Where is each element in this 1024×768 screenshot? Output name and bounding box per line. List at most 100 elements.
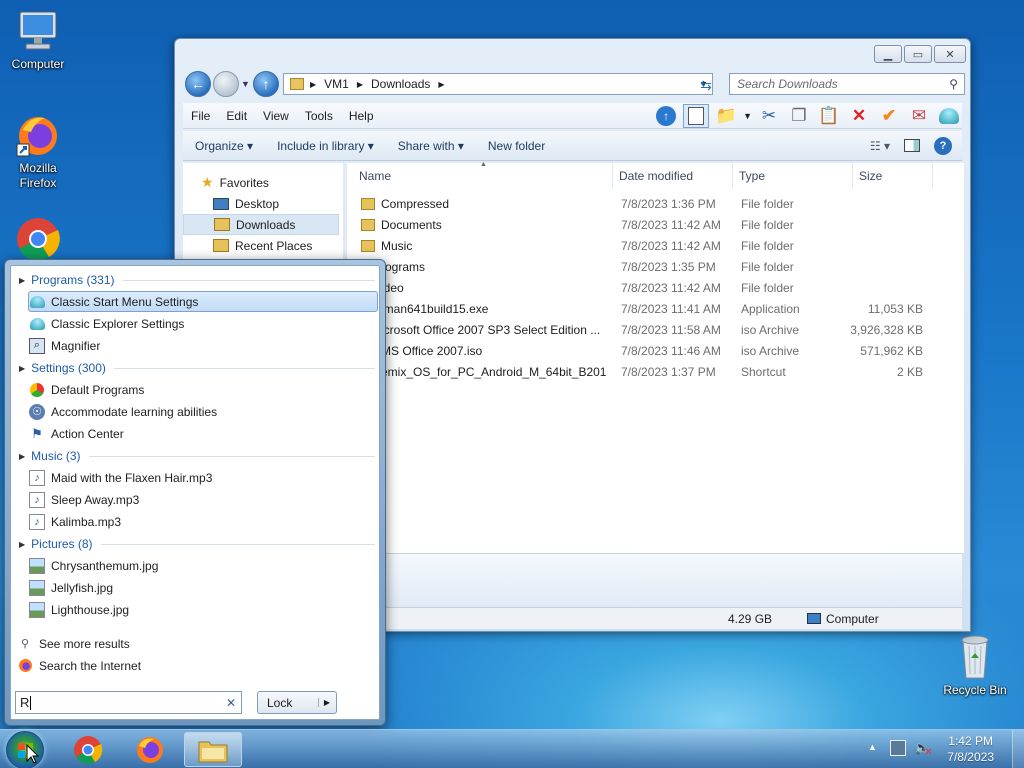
menu-view[interactable]: View [255,109,297,123]
shell-icon [29,294,45,310]
breadcrumb-separator-icon[interactable]: ▶ [357,80,363,89]
file-row[interactable]: Music 7/8/2023 11:42 AM File folder [347,236,947,257]
result-item[interactable]: Chrysanthemum.jpg [29,555,381,576]
maximize-button[interactable]: ▭ [904,45,932,63]
result-item[interactable]: ♪ Sleep Away.mp3 [29,489,381,510]
forward-button[interactable] [213,71,239,97]
column-header-date[interactable]: Date modified [613,163,733,189]
file-row[interactable]: lman641build15.exe 7/8/2023 11:41 AM App… [347,299,947,320]
new-folder-button[interactable]: New folder [476,139,557,153]
show-hidden-icons-button[interactable]: ▲ [868,742,877,752]
result-item[interactable]: ⚑ Action Center [29,423,381,444]
menu-edit[interactable]: Edit [218,109,255,123]
breadcrumb-vm1[interactable]: VM1 [324,77,349,91]
preview-pane-icon[interactable] [683,103,710,128]
desktop-icon-chrome[interactable] [0,216,76,263]
group-header-programs[interactable]: ▶ Programs (331) [19,270,375,290]
result-item[interactable]: ♪ Kalimba.mp3 [29,511,381,532]
refresh-icon[interactable]: ⇆ [695,74,717,96]
desktop-icon-computer[interactable]: Computer [0,10,76,71]
clear-search-icon[interactable]: ✕ [226,696,236,710]
views-dropdown-icon[interactable]: ▼ [743,111,752,121]
organize-button[interactable]: Organize ▾ [183,139,265,153]
folders-icon[interactable]: 📁 [713,104,739,128]
properties-icon[interactable]: ✉ [906,104,932,128]
up-button[interactable]: ↑ [253,71,279,97]
search-icon[interactable]: ⚲ [949,77,958,91]
desktop-icon-recycle-bin[interactable]: Recycle Bin [937,632,1013,697]
result-item[interactable]: ♪ Maid with the Flaxen Hair.mp3 [29,467,381,488]
nav-desktop[interactable]: Desktop [183,193,339,214]
taskbar-firefox-button[interactable] [122,732,178,767]
clock-date: 7/8/2023 [947,750,994,764]
result-item[interactable]: Default Programs [29,379,381,400]
minimize-button[interactable]: ▁ [874,45,902,63]
firefox-icon [17,658,33,674]
recent-places-icon [213,239,229,252]
breadcrumb-downloads[interactable]: Downloads [371,77,430,91]
desktop-icon-firefox[interactable]: Mozilla Firefox [0,112,76,191]
delete-icon[interactable]: ✕ [846,104,872,128]
share-with-button[interactable]: Share with ▾ [386,139,476,153]
close-button[interactable]: ✕ [934,45,966,63]
taskbar-explorer-button[interactable] [184,732,242,767]
column-header-type[interactable]: Type [733,163,853,189]
see-more-results-link[interactable]: ⚲ See more results [17,633,369,654]
show-desktop-button[interactable] [1012,730,1024,768]
checkmark-icon[interactable]: ✔ [876,104,902,128]
file-row[interactable]: Compressed 7/8/2023 1:36 PM File folder [347,194,947,215]
search-box[interactable]: Search Downloads ⚲ [729,73,965,95]
search-the-internet-link[interactable]: Search the Internet [17,655,369,676]
address-bar[interactable]: ▶ VM1 ▶ Downloads ▶ ▼ [283,73,713,95]
group-header-settings[interactable]: ▶ Settings (300) [19,358,375,378]
volume-muted-icon[interactable]: 🔈✕ [914,740,939,758]
start-search-input[interactable]: R ✕ [15,691,242,714]
up-folder-icon[interactable]: ↑ [653,104,679,128]
back-button[interactable]: ← [185,71,211,97]
group-header-music[interactable]: ▶ Music (3) [19,446,375,466]
file-row[interactable]: rograms 7/8/2023 1:35 PM File folder [347,257,947,278]
view-controls: ☷ ▾ ? [870,136,952,155]
flag-icon: ⚑ [31,425,43,441]
group-header-pictures[interactable]: ▶ Pictures (8) [19,534,375,554]
copy-icon[interactable]: ❐ [786,104,812,128]
menu-tools[interactable]: Tools [297,109,341,123]
lock-button[interactable]: Lock ▶ [257,691,337,714]
menu-file[interactable]: File [183,109,218,123]
include-in-library-button[interactable]: Include in library ▾ [265,139,386,153]
network-icon[interactable] [890,740,906,756]
cut-icon[interactable]: ✂ [756,104,782,128]
result-item[interactable]: ☉ Accommodate learning abilities [29,401,381,422]
nav-downloads[interactable]: Downloads [183,214,339,235]
file-row[interactable]: icrosoft Office 2007 SP3 Select Edition … [347,320,947,341]
shell-icon[interactable] [936,104,962,128]
change-view-icon[interactable]: ☷ ▾ [870,139,890,153]
file-row[interactable]: ideo 7/8/2023 11:42 AM File folder [347,278,947,299]
paste-icon[interactable]: 📋 [816,104,842,128]
lock-options-arrow-icon[interactable]: ▶ [317,698,330,707]
column-header-size[interactable]: Size [853,163,933,189]
breadcrumb-separator-icon[interactable]: ▶ [438,80,444,89]
file-row[interactable]: MS Office 2007.iso 7/8/2023 11:46 AM iso… [347,341,947,362]
clock-time: 1:42 PM [948,734,993,748]
help-icon[interactable]: ? [934,136,952,155]
clock[interactable]: 1:42 PM 7/8/2023 [947,733,994,765]
nav-favorites[interactable]: ★ Favorites [183,172,339,193]
taskbar-chrome-button[interactable] [60,732,116,767]
file-row[interactable]: emix_OS_for_PC_Android_M_64bit_B201... 7… [347,362,947,383]
toolbar: ↑ 📁 ▼ ✂ ❐ 📋 ✕ ✔ ✉ [653,103,962,128]
status-location: Computer [826,612,879,626]
nav-recent-places[interactable]: Recent Places [183,235,339,256]
result-item[interactable]: Jellyfish.jpg [29,577,381,598]
result-item[interactable]: Lighthouse.jpg [29,599,381,620]
file-row[interactable]: Documents 7/8/2023 11:42 AM File folder [347,215,947,236]
result-item[interactable]: Classic Start Menu Settings [28,291,378,312]
history-dropdown-icon[interactable]: ▼ [241,79,250,89]
preview-pane-toggle-icon[interactable] [904,139,920,152]
breadcrumb-separator-icon[interactable]: ▶ [310,80,316,89]
result-item[interactable]: ⌕ Magnifier [29,335,381,356]
search-input[interactable]: Search Downloads [737,77,838,91]
result-item[interactable]: Classic Explorer Settings [29,313,381,334]
menu-help[interactable]: Help [341,109,382,123]
column-header-name[interactable]: Name [353,163,613,189]
